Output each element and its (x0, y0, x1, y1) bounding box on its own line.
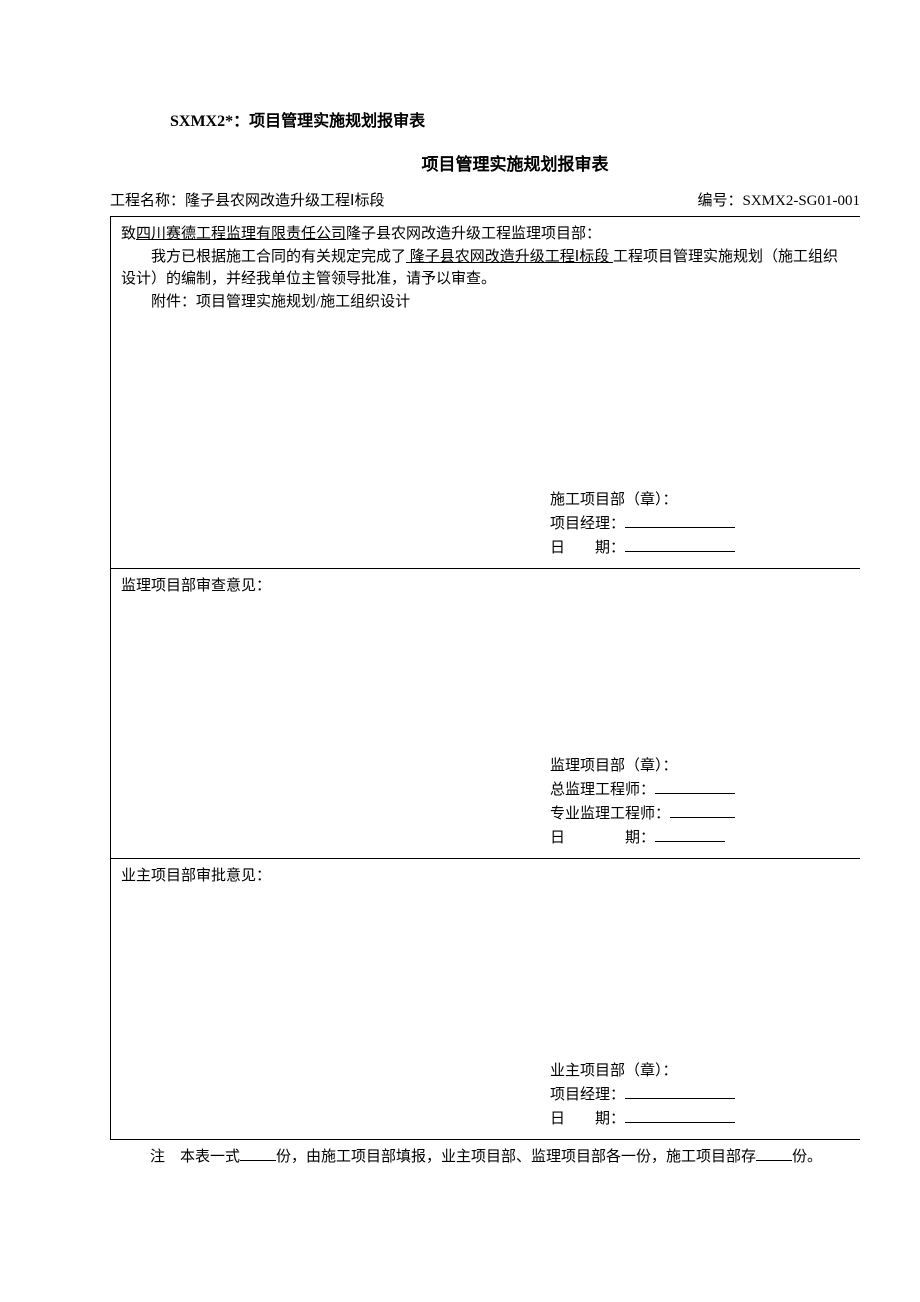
owner-heading: 业主项目部审批意见： (121, 865, 850, 888)
number-label: 编号： (697, 193, 742, 209)
owner-manager-blank[interactable] (625, 1098, 735, 1099)
supervisor-date-blank[interactable] (655, 841, 725, 842)
section-applicant: 致四川赛德工程监理有限责任公司隆子县农网改造升级工程监理项目部： 我方已根据施工… (111, 217, 860, 569)
applicant-manager-line: 项目经理： (550, 512, 840, 536)
applicant-manager-blank[interactable] (625, 527, 735, 528)
project-name-field: 工程名称：隆子县农网改造升级工程Ⅰ标段 (110, 190, 384, 213)
to-prefix: 致 (121, 226, 136, 242)
body-line: 我方已根据施工合同的有关规定完成了 隆子县农网改造升级工程Ⅰ标段 工程项目管理实… (121, 246, 850, 291)
doc-code-line: SXMX2*：项目管理实施规划报审表 (170, 110, 860, 134)
owner-date-blank[interactable] (625, 1122, 735, 1123)
supervisor-date-line: 日 期： (550, 826, 840, 850)
owner-date-line: 日 期： (550, 1107, 840, 1131)
applicant-signature-block: 施工项目部（章）： 项目经理： 日 期： (550, 488, 840, 560)
number-value: SXMX2-SG01-001 (742, 193, 860, 209)
applicant-date-blank[interactable] (625, 551, 735, 552)
owner-manager-line: 项目经理： (550, 1083, 840, 1107)
owner-dept-stamp: 业主项目部（章）： (550, 1059, 840, 1083)
body-pre: 我方已根据施工合同的有关规定完成了 (151, 249, 406, 265)
body-underline: 隆子县农网改造升级工程Ⅰ标段 (406, 249, 613, 265)
supervisor-date-label: 日 期： (550, 830, 655, 846)
supervisor-spec-line: 专业监理工程师： (550, 802, 840, 826)
supervisor-chief-label: 总监理工程师： (550, 782, 655, 798)
supervisor-chief-line: 总监理工程师： (550, 778, 840, 802)
supervisor-signature-block: 监理项目部（章）： 总监理工程师： 专业监理工程师： 日 期： (550, 754, 840, 850)
supervisor-spec-label: 专业监理工程师： (550, 806, 670, 822)
owner-signature-block: 业主项目部（章）： 项目经理： 日 期： (550, 1059, 840, 1131)
document-page: SXMX2*：项目管理实施规划报审表 项目管理实施规划报审表 工程名称：隆子县农… (0, 0, 920, 1302)
note-mid: 份，由施工项目部填报，业主项目部、监理项目部各一份，施工项目部存 (276, 1149, 756, 1165)
note-blank-1[interactable] (240, 1160, 276, 1161)
attachment-line: 附件：项目管理实施规划/施工组织设计 (121, 291, 850, 314)
header-row: 工程名称：隆子县农网改造升级工程Ⅰ标段 编号：SXMX2-SG01-001 (110, 190, 860, 213)
number-field: 编号：SXMX2-SG01-001 (697, 190, 860, 213)
supervisor-heading: 监理项目部审查意见： (121, 575, 850, 598)
section-owner: 业主项目部审批意见： 业主项目部（章）： 项目经理： 日 期： (111, 859, 860, 1139)
applicant-manager-label: 项目经理： (550, 516, 625, 532)
applicant-dept-stamp: 施工项目部（章）： (550, 488, 840, 512)
note-prefix: 注 本表一式 (150, 1149, 240, 1165)
applicant-date-line: 日 期： (550, 536, 840, 560)
section-supervisor: 监理项目部审查意见： 监理项目部（章）： 总监理工程师： 专业监理工程师： 日 … (111, 569, 860, 859)
note-suffix: 份。 (792, 1149, 822, 1165)
owner-date-label: 日 期： (550, 1111, 625, 1127)
supervisor-dept-stamp: 监理项目部（章）： (550, 754, 840, 778)
doc-title: 项目管理实施规划报审表 (170, 152, 860, 178)
footnote: 注 本表一式 份，由施工项目部填报，业主项目部、监理项目部各一份，施工项目部存 份。 (150, 1146, 860, 1169)
supervisor-spec-blank[interactable] (670, 817, 735, 818)
supervisor-chief-blank[interactable] (655, 793, 735, 794)
to-suffix: 隆子县农网改造升级工程监理项目部： (346, 226, 601, 242)
project-label: 工程名称： (110, 193, 185, 209)
salutation-line: 致四川赛德工程监理有限责任公司隆子县农网改造升级工程监理项目部： (121, 223, 850, 246)
project-name: 隆子县农网改造升级工程Ⅰ标段 (185, 193, 384, 209)
applicant-date-label: 日 期： (550, 540, 625, 556)
owner-manager-label: 项目经理： (550, 1087, 625, 1103)
note-blank-2[interactable] (756, 1160, 792, 1161)
form-table: 致四川赛德工程监理有限责任公司隆子县农网改造升级工程监理项目部： 我方已根据施工… (110, 216, 860, 1140)
to-company-underline: 四川赛德工程监理有限责任公司 (136, 226, 346, 242)
